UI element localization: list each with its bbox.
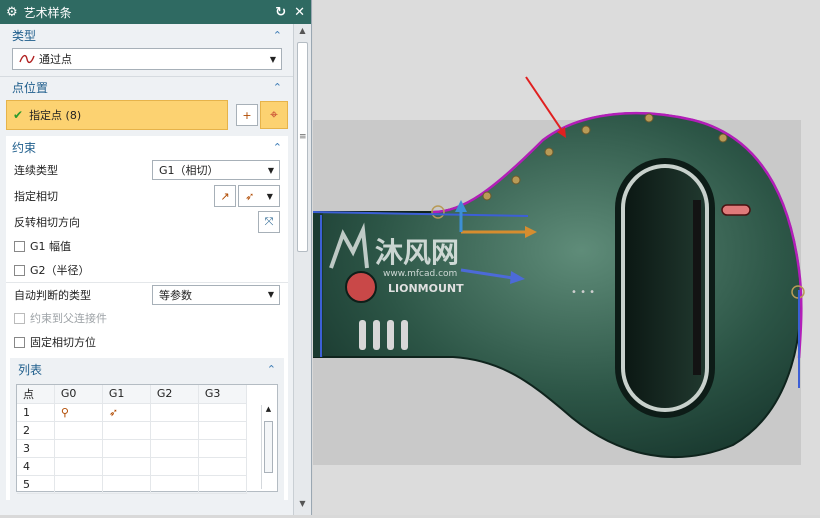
column-header: G1: [102, 385, 151, 404]
chevron-down-icon: ▼: [269, 54, 276, 64]
model-canvas[interactable]: LIONMOUNT • • • 沐风网 www.mfcad.com: [312, 0, 820, 515]
constrain-parent-checkbox: [14, 312, 25, 324]
scroll-thumb[interactable]: [297, 42, 308, 252]
point-list-table[interactable]: 点 G0 G1 G2 G3 1 ⚲ ➶ 2 3 4 5 ▲: [16, 384, 278, 494]
type-dropdown[interactable]: 通过点 ▼: [12, 48, 282, 70]
watermark-text: 沐风网: [375, 236, 459, 269]
g1-magnitude-label: G1 幅值: [30, 240, 72, 253]
table-row[interactable]: 5: [17, 475, 248, 494]
fix-tangent-label: 固定相切方位: [30, 336, 96, 349]
vector-icon: ➶: [245, 189, 255, 203]
point-snap-button[interactable]: ⌖: [260, 101, 288, 129]
g1-magnitude-row[interactable]: G1 幅值: [6, 234, 288, 258]
constraint-section-header[interactable]: 约束 ⌃: [6, 136, 288, 158]
g1-magnitude-checkbox[interactable]: [14, 240, 25, 252]
g1-vector-icon[interactable]: ➶: [102, 403, 151, 422]
column-header: 点: [17, 385, 55, 404]
g2-radius-label: G2（半径）: [30, 264, 90, 277]
collapse-icon[interactable]: ⌃: [273, 81, 282, 94]
table-scroll-thumb[interactable]: [264, 421, 273, 473]
list-section-header[interactable]: 列表 ⌃: [10, 358, 284, 380]
gear-icon[interactable]: ⚙: [6, 5, 18, 20]
chevron-down-icon: ▼: [267, 165, 274, 175]
type-dropdown-value: 通过点: [39, 53, 72, 66]
scroll-up-icon[interactable]: ▲: [262, 405, 275, 413]
collapse-icon[interactable]: ⌃: [267, 363, 276, 376]
dots-text: • • •: [571, 287, 595, 298]
table-row[interactable]: 3: [17, 439, 248, 458]
row-index: 1: [17, 403, 55, 422]
continuity-value: G1（相切）: [159, 164, 219, 177]
constraint-section: 约束 ⌃ 连续类型 G1（相切） ▼ 指定相切 ↗ ➶ ▼ 反转相切方向 ⤧ G…: [6, 136, 288, 500]
reverse-direction-button[interactable]: ⤧: [258, 211, 280, 233]
g2-radius-checkbox[interactable]: [14, 264, 25, 276]
table-row[interactable]: 1 ⚲ ➶: [17, 403, 248, 422]
point-section-header[interactable]: 点位置 ⌃: [0, 76, 294, 98]
brand-logo: [345, 271, 377, 303]
type-section-title: 类型: [12, 28, 37, 43]
type-section-header[interactable]: 类型 ⌃: [0, 24, 294, 46]
table-scrollbar[interactable]: ▲: [261, 405, 275, 489]
vector-dropdown[interactable]: ➶ ▼: [238, 185, 280, 207]
point-dialog-button[interactable]: +: [236, 104, 258, 126]
fix-tangent-row[interactable]: 固定相切方位: [6, 330, 288, 354]
auto-type-value: 等参数: [159, 288, 192, 302]
constrain-parent-label: 约束到父连接件: [30, 312, 107, 325]
reverse-tangent-label: 反转相切方向: [14, 216, 80, 229]
row-index: 4: [17, 457, 55, 476]
close-icon[interactable]: ✕: [294, 5, 305, 20]
tangent-label: 指定相切: [14, 190, 58, 203]
column-header: G2: [150, 385, 199, 404]
spline-icon: [19, 54, 35, 64]
constraint-section-title: 约束: [12, 140, 37, 155]
scroll-up-icon[interactable]: ▲: [294, 24, 311, 38]
table-row[interactable]: 2: [17, 421, 248, 440]
check-icon: ✔: [13, 108, 24, 122]
point-section-title: 点位置: [12, 81, 49, 95]
grip-icon: ≡: [299, 132, 307, 142]
fix-tangent-checkbox[interactable]: [14, 336, 25, 348]
specify-point-label: 指定点 (8): [29, 109, 82, 122]
dialog-content: 类型 ⌃ 通过点 ▼ 点位置 ⌃ ✔ 指定点 (8) + ⌖ 约束 ⌃ 连续类型…: [0, 24, 294, 515]
chevron-down-icon: ▼: [266, 191, 273, 201]
auto-type-label: 自动判断的类型: [14, 288, 91, 302]
chevron-down-icon: ▼: [267, 290, 274, 299]
row-index: 5: [17, 475, 55, 494]
continuity-label: 连续类型: [14, 164, 58, 177]
column-header: G3: [198, 385, 248, 404]
graphics-viewport[interactable]: LIONMOUNT • • • 沐风网 www.mfcad.com: [312, 0, 820, 515]
g0-pin-icon[interactable]: ⚲: [54, 403, 103, 422]
dialog-titlebar: ⚙ 艺术样条 ↻ ✕: [0, 0, 311, 24]
brand-text: LIONMOUNT: [388, 282, 464, 295]
continuity-dropdown[interactable]: G1（相切） ▼: [152, 160, 280, 180]
button-slot: [721, 204, 751, 216]
g2-radius-row[interactable]: G2（半径）: [6, 258, 288, 282]
auto-type-dropdown[interactable]: 等参数 ▼: [152, 284, 280, 305]
collapse-icon[interactable]: ⌃: [273, 141, 282, 154]
specify-point-row[interactable]: ✔ 指定点 (8): [6, 100, 228, 130]
scroll-down-icon[interactable]: ▼: [294, 497, 311, 511]
table-row[interactable]: 4: [17, 457, 248, 476]
list-section-title: 列表: [18, 362, 43, 377]
row-index: 3: [17, 439, 55, 458]
watermark-url: www.mfcad.com: [383, 269, 457, 279]
tangent-vector-icon[interactable]: ↗: [214, 185, 236, 207]
column-header: G0: [54, 385, 103, 404]
dialog-title: 艺术样条: [23, 5, 72, 20]
row-index: 2: [17, 421, 55, 440]
reset-icon[interactable]: ↻: [275, 5, 286, 20]
dialog-scrollbar[interactable]: ▲ ≡ ▼: [293, 24, 311, 515]
table-header-row: 点 G0 G1 G2 G3: [17, 385, 248, 404]
grip-rib: [693, 200, 701, 375]
constrain-parent-row: 约束到父连接件: [6, 306, 288, 330]
list-section: 列表 ⌃ 点 G0 G1 G2 G3 1 ⚲ ➶ 2 3 4 5 ▲: [10, 358, 284, 500]
collapse-icon[interactable]: ⌃: [273, 29, 282, 42]
art-spline-dialog: ⚙ 艺术样条 ↻ ✕ 类型 ⌃ 通过点 ▼ 点位置 ⌃ ✔ 指定点 (8) +: [0, 0, 312, 515]
